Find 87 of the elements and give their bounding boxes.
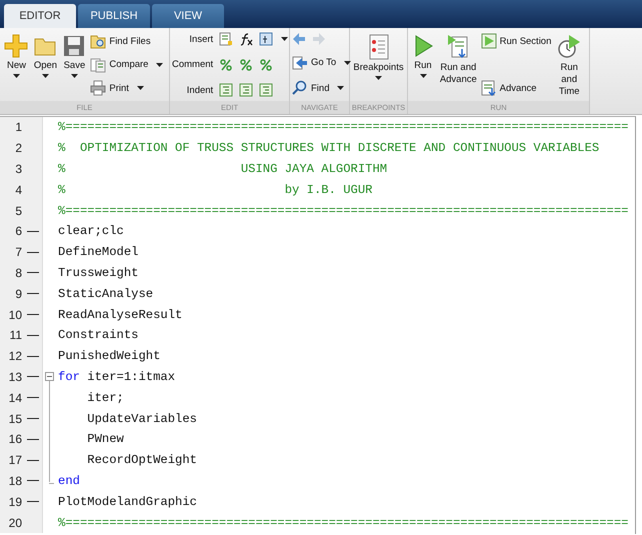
code-line: % by I.B. UGUR [58,182,372,197]
ribbon-tab[interactable]: PUBLISH [78,4,150,28]
code-line: Trussweight [58,266,138,280]
dropdown-caret-icon[interactable] [134,84,146,92]
line-number: 16 [8,432,22,446]
search-icon [292,80,308,96]
function-browser-icon[interactable] [259,32,274,46]
code-line: clear;clc [58,224,124,238]
code-line: PlotModelandGraphic [58,494,197,509]
ribbon-tab[interactable]: VIEW [152,4,224,28]
toolbar-label: Indent [186,84,214,96]
line-number: 3 [14,162,22,176]
line-number: 9 [14,286,22,301]
toolbar-button[interactable]: Find Files [90,32,151,50]
go-to-icon [292,54,308,70]
dropdown-caret-icon[interactable] [335,84,346,92]
indent-icon[interactable] [219,83,234,97]
code-line: %============================================================================= [58,120,628,134]
code-line: end [58,474,80,488]
line-number: 12 [8,349,22,364]
code-line: PWnew [86,432,124,446]
toolbar-label: Comment [172,59,214,70]
line-number: 4 [14,182,22,197]
line-number: 5 [14,204,22,218]
run-and-advance-icon [446,34,470,60]
toolbar-button[interactable]: Print [90,79,129,97]
line-number: 6 [14,224,22,238]
stopwatch-icon [557,34,582,60]
compare-icon [90,56,106,72]
run-section-icon [480,33,497,49]
toolbar-button[interactable]: Advance [480,79,537,97]
toolbar-button[interactable]: Run and Advance [436,32,481,101]
line-number: 1 [14,120,22,134]
dropdown-caret-icon[interactable] [279,35,290,43]
toolbar-label: Insert [189,34,214,44]
code-line: Constraints [58,328,138,342]
code-line: ReadAnalyseResult [58,308,182,322]
code-line: iter; [86,390,124,405]
toolbar-button[interactable]: Run Section [480,32,552,50]
code-line: % USING JAYA ALGORITHM [58,162,388,176]
line-number: 18 [8,474,22,488]
insert-text-icon[interactable] [219,32,234,46]
toolbar-button[interactable]: Breakpoints [356,32,402,101]
line-number: 13 [8,370,22,384]
line-number: 2 [14,141,22,156]
toolbar-button[interactable]: Go To [292,54,336,72]
code-line: for iter=1:itmax [58,370,176,384]
code-line: %============================================================================= [58,204,628,218]
line-number: 15 [8,412,22,426]
find-files-icon [90,33,106,49]
line-number: 14 [8,390,22,405]
toolbar-button[interactable]: Open [32,32,58,101]
code-line: StaticAnalyse [58,286,154,301]
line-number: 11 [8,328,22,342]
percent-icon[interactable] [219,58,234,72]
line-number: 17 [8,453,22,468]
line-number: 8 [14,266,22,280]
toolbar-button[interactable]: Run and Time [551,32,587,101]
indent-icon[interactable] [239,83,254,97]
toolbar-button[interactable]: Find [292,79,330,97]
indent-icon[interactable] [259,83,274,97]
breakpoints-icon [366,34,390,60]
dropdown-caret-icon[interactable] [342,58,354,66]
toolbar-button[interactable]: Save [61,32,88,101]
percent-icon[interactable] [239,58,254,72]
code-line: RecordOptWeight [86,453,197,468]
code-line: %============================================================================= [58,516,628,530]
code-line: % OPTIMIZATION OF TRUSS STRUCTURES WITH DISCRETE AND CONTINUOUS VARIABLES [58,141,600,156]
fold-toggle-icon[interactable] [45,372,54,381]
code-line: PunishedWeight [58,349,160,364]
line-number: 7 [14,245,22,260]
plus-icon [4,34,28,58]
toolbar-button[interactable]: Run [410,32,436,101]
printer-icon [90,80,106,96]
dropdown-caret-icon[interactable] [154,60,166,68]
line-number: 19 [8,494,22,509]
line-number: 10 [8,308,22,322]
toolbar-button[interactable]: New [3,32,30,101]
code-line: UpdateVariables [86,412,197,426]
line-number: 20 [8,516,22,530]
toolbar-button[interactable]: Compare [90,56,148,74]
code-line: DefineModel [58,245,138,260]
ribbon-tab[interactable]: EDITOR [4,4,76,28]
function-icon[interactable] [239,32,254,46]
save-icon [62,34,86,58]
advance-icon [480,80,497,96]
percent-icon[interactable] [259,58,274,72]
